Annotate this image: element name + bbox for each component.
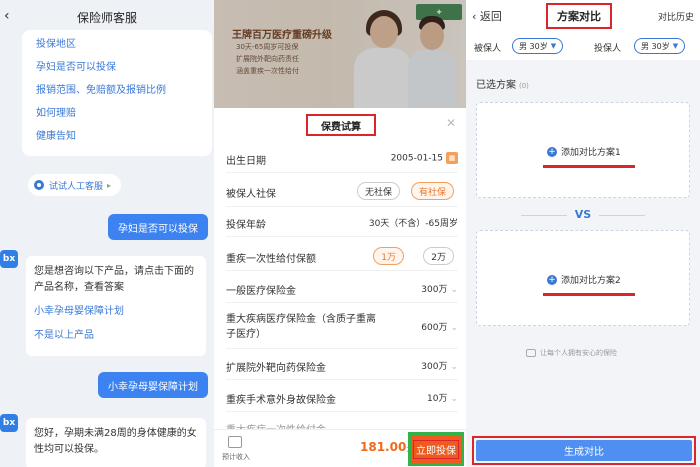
faq-item[interactable]: 报销范围、免赔额及报销比例: [36, 84, 212, 107]
row-value: 30天（不含）-65周岁: [368, 219, 458, 229]
compare-title: 方案对比: [546, 3, 612, 29]
row-value: 300万: [421, 362, 448, 372]
purchase-footer: 预计收入 181.00元 立即投保: [214, 429, 466, 467]
bot-option-link[interactable]: 不是以上产品: [34, 328, 198, 344]
human-service-button[interactable]: 试试人工客服 ▸: [28, 174, 122, 196]
row-label: 重大疾病医疗保险金（含质子重离子医疗）: [226, 314, 376, 340]
faq-item[interactable]: 孕妇是否可以投保: [36, 61, 212, 84]
bot-avatar: bx: [0, 250, 18, 268]
row-label: 投保年龄: [226, 220, 266, 231]
row-label: 出生日期: [226, 156, 266, 167]
premium-sheet: 保费试算 ✕ 出生日期 2005-01-15 ▦ 被保人社保 无社保 有社保 投保…: [214, 108, 466, 467]
option-amount-2[interactable]: 2万: [423, 247, 454, 265]
insured-label: 被保人: [474, 44, 502, 54]
plus-icon: +: [547, 146, 557, 157]
bot-reply-text: 您是想咨询以下产品，请点击下面的产品名称，查看答案: [34, 266, 194, 293]
row-value: 10万: [427, 394, 448, 404]
row-birth-date[interactable]: 出生日期 2005-01-15 ▦: [226, 152, 458, 167]
brand-icon: [526, 349, 536, 357]
chat-title: 保险师客服: [76, 10, 137, 25]
faq-item[interactable]: 投保地区: [36, 38, 212, 61]
faq-item[interactable]: 健康告知: [36, 130, 212, 153]
bot-option-link[interactable]: 小幸孕母婴保障计划: [34, 304, 198, 320]
insured-select[interactable]: 男 30岁 ▼: [512, 38, 564, 54]
option-has-social-insurance[interactable]: 有社保: [410, 182, 454, 200]
headset-icon: [34, 180, 44, 190]
row-social-insurance: 被保人社保 无社保 有社保: [226, 182, 458, 200]
row-value: 2005-01-15: [390, 153, 443, 164]
row-label: 重疾一次性给付保额: [226, 254, 316, 265]
compare-history-link[interactable]: 对比历史: [658, 10, 694, 23]
user-message: 小幸孕母婴保障计划: [98, 372, 208, 398]
user-message: 孕妇是否可以投保: [108, 214, 208, 240]
plan-compare-panel: ‹ 返回 方案对比 对比历史 被保人 男 30岁 ▼ 投保人 男 30岁 ▼ 已选方…: [466, 0, 700, 467]
calendar-icon[interactable]: ▦: [446, 152, 458, 164]
back-button[interactable]: ‹ 返回: [472, 8, 502, 24]
add-plan-2-label: 添加对比方案2: [561, 276, 621, 286]
bot-avatar: bx: [0, 414, 18, 432]
compare-header: ‹ 返回 方案对比 对比历史: [466, 0, 700, 34]
close-icon[interactable]: ✕: [446, 116, 456, 130]
generate-compare-highlight: 生成对比: [472, 436, 696, 465]
row-label: 被保人社保: [226, 189, 276, 200]
holder-label: 投保人: [594, 44, 622, 54]
compare-slot-2[interactable]: + 添加对比方案2: [476, 230, 690, 326]
compare-slot-1[interactable]: + 添加对比方案1: [476, 102, 690, 198]
faq-card: 投保地区 孕妇是否可以投保 报销范围、免赔额及报销比例 如何理赔 健康告知: [22, 30, 212, 156]
row-critical-illness-amount: 重疾一次性给付保额 1万 2万: [226, 247, 458, 265]
human-service-label: 试试人工客服: [49, 181, 104, 192]
insured-row: 被保人 男 30岁 ▼ 投保人 男 30岁 ▼: [466, 34, 700, 60]
row-general-medical[interactable]: 一般医疗保险金 300万 ⌄: [226, 282, 458, 297]
chevron-down-icon: ⌄: [450, 394, 458, 404]
screenshot-collage: ‹ 保险师客服 投保地区 孕妇是否可以投保 报销范围、免赔额及报销比例 如何理赔…: [0, 0, 700, 467]
row-insure-age: 投保年龄 30天（不含）-65周岁: [226, 216, 458, 231]
row-surgery-accident-death[interactable]: 重疾手术意外身故保险金 10万 ⌄: [226, 391, 458, 406]
add-plan-1-label: 添加对比方案1: [561, 148, 621, 158]
estimate-label: 预计收入: [222, 453, 250, 461]
generate-compare-button[interactable]: 生成对比: [476, 440, 692, 461]
vs-divider: VS: [466, 208, 700, 221]
selected-plans-label: 已选方案 (0): [476, 80, 529, 91]
plus-icon: +: [547, 274, 557, 285]
chat-header: ‹ 保险师客服: [0, 0, 214, 34]
caret-down-icon: ▼: [672, 42, 679, 50]
buy-now-button[interactable]: 立即投保: [408, 432, 464, 466]
holder-select[interactable]: 男 30岁 ▼: [634, 38, 686, 54]
chevron-down-icon: ⌄: [450, 285, 458, 295]
faq-item[interactable]: 如何理赔: [36, 107, 212, 130]
option-no-social-insurance[interactable]: 无社保: [356, 182, 400, 200]
modal-overlay[interactable]: [214, 0, 466, 108]
chevron-right-icon: ▸: [107, 180, 112, 190]
row-label: 扩展院外靶向药保险金: [226, 363, 326, 374]
highlight-underline: [543, 165, 635, 168]
bot-reply-text: 您好，孕期未满28周的身体健康的女性均可以投保。: [34, 428, 197, 455]
row-major-disease-medical[interactable]: 重大疾病医疗保险金（含质子重离子医疗）: [226, 312, 376, 342]
row-value: 300万: [421, 285, 448, 295]
row-targeted-drug[interactable]: 扩展院外靶向药保险金 300万 ⌄: [226, 359, 458, 374]
estimate-icon: [228, 436, 242, 448]
slogan: 让每个人拥有安心的保险: [526, 348, 617, 358]
row-label: 重疾手术意外身故保险金: [226, 395, 336, 406]
sheet-title: 保费试算: [306, 114, 376, 136]
bot-message: 您是想咨询以下产品，请点击下面的产品名称，查看答案 小幸孕母婴保障计划 不是以上…: [26, 256, 206, 356]
back-arrow-icon[interactable]: ‹: [4, 8, 10, 24]
bot-message: 您好，孕期未满28周的身体健康的女性均可以投保。: [26, 418, 206, 467]
row-label: 一般医疗保险金: [226, 286, 296, 297]
caret-down-icon: ▼: [550, 42, 557, 50]
chevron-down-icon: ⌄: [450, 323, 458, 333]
option-amount-1[interactable]: 1万: [373, 247, 404, 265]
chevron-down-icon: ⌄: [450, 362, 458, 372]
highlight-underline: [543, 293, 635, 296]
product-banner: ✚ 王牌百万医疗重磅升级 30天-65周岁可投保 扩展院外靶向药责任 涵盖重疾一…: [214, 0, 466, 108]
price-value: 181.00元: [360, 440, 414, 454]
row-value: 600万: [421, 323, 448, 333]
premium-calculator-panel: ✚ 王牌百万医疗重磅升级 30天-65周岁可投保 扩展院外靶向药责任 涵盖重疾一…: [214, 0, 466, 467]
chat-panel: ‹ 保险师客服 投保地区 孕妇是否可以投保 报销范围、免赔额及报销比例 如何理赔…: [0, 0, 214, 467]
buy-now-label: 立即投保: [413, 439, 459, 459]
